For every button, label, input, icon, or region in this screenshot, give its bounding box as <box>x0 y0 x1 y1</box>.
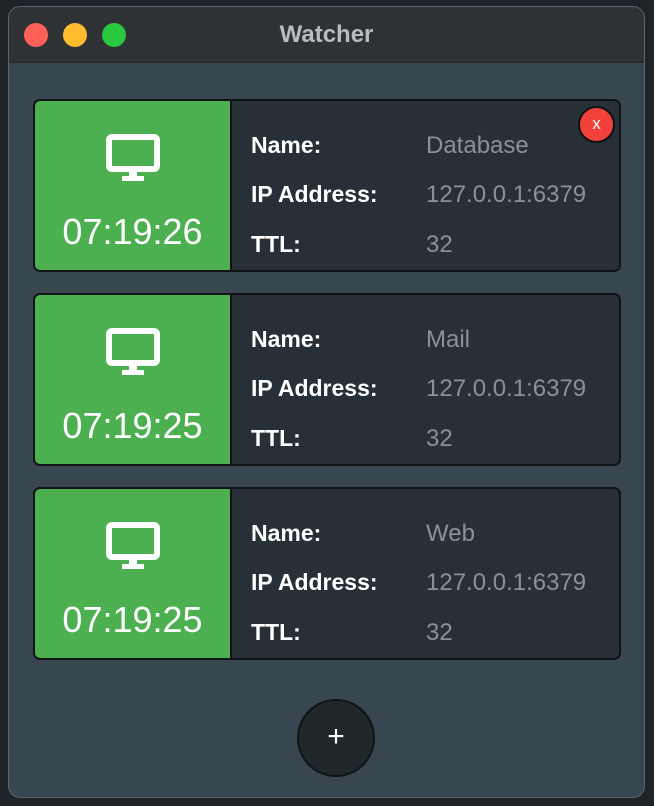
remove-watcher-button[interactable]: x <box>578 106 615 143</box>
monitor-icon <box>106 522 160 569</box>
ttl-label: TTL: <box>251 425 301 451</box>
status-panel: 07:19:26 <box>35 101 232 270</box>
watcher-card: 07:19:25 Name: Mail IP Address: 127.0.0.… <box>33 293 621 466</box>
ip-value: 127.0.0.1:6379 <box>426 181 587 208</box>
ip-row: IP Address: 127.0.0.1:6379 <box>251 375 611 405</box>
ttl-label: TTL: <box>251 231 301 257</box>
name-value: Database <box>426 132 529 159</box>
ttl-row: TTL: 32 <box>251 619 611 649</box>
title-bar[interactable]: Watcher <box>9 7 644 63</box>
status-panel: 07:19:25 <box>35 489 232 658</box>
ttl-row: TTL: 32 <box>251 425 611 455</box>
name-label: Name: <box>251 520 322 546</box>
ip-value: 127.0.0.1:6379 <box>426 569 587 596</box>
name-row: Name: Web <box>251 520 611 550</box>
watcher-card: 07:19:25 Name: Web IP Address: 127.0.0.1… <box>33 487 621 660</box>
add-watcher-button[interactable]: + <box>297 699 375 777</box>
ip-label: IP Address: <box>251 569 378 595</box>
name-row: Name: Mail <box>251 326 611 356</box>
name-label: Name: <box>251 132 322 158</box>
last-seen-time: 07:19:25 <box>62 405 203 446</box>
watcher-card: 07:19:26 Name: Database IP Address: 127.… <box>33 99 621 272</box>
monitor-icon <box>106 134 160 181</box>
ip-label: IP Address: <box>251 375 378 401</box>
ip-row: IP Address: 127.0.0.1:6379 <box>251 181 611 211</box>
watcher-window: Watcher 07:19:26 Name: Database IP Addre… <box>8 6 645 798</box>
name-row: Name: Database <box>251 132 611 162</box>
ip-row: IP Address: 127.0.0.1:6379 <box>251 569 611 599</box>
ip-value: 127.0.0.1:6379 <box>426 375 587 402</box>
name-value: Mail <box>426 326 471 353</box>
ttl-value: 32 <box>426 425 453 452</box>
window-title: Watcher <box>279 21 374 48</box>
ttl-value: 32 <box>426 619 453 646</box>
status-panel: 07:19:25 <box>35 295 232 464</box>
monitor-icon <box>106 328 160 375</box>
ttl-label: TTL: <box>251 619 301 645</box>
last-seen-time: 07:19:26 <box>62 211 203 252</box>
ip-label: IP Address: <box>251 181 378 207</box>
ttl-value: 32 <box>426 231 453 258</box>
name-value: Web <box>426 520 475 547</box>
ttl-row: TTL: 32 <box>251 231 611 261</box>
last-seen-time: 07:19:25 <box>62 599 203 640</box>
name-label: Name: <box>251 326 322 352</box>
